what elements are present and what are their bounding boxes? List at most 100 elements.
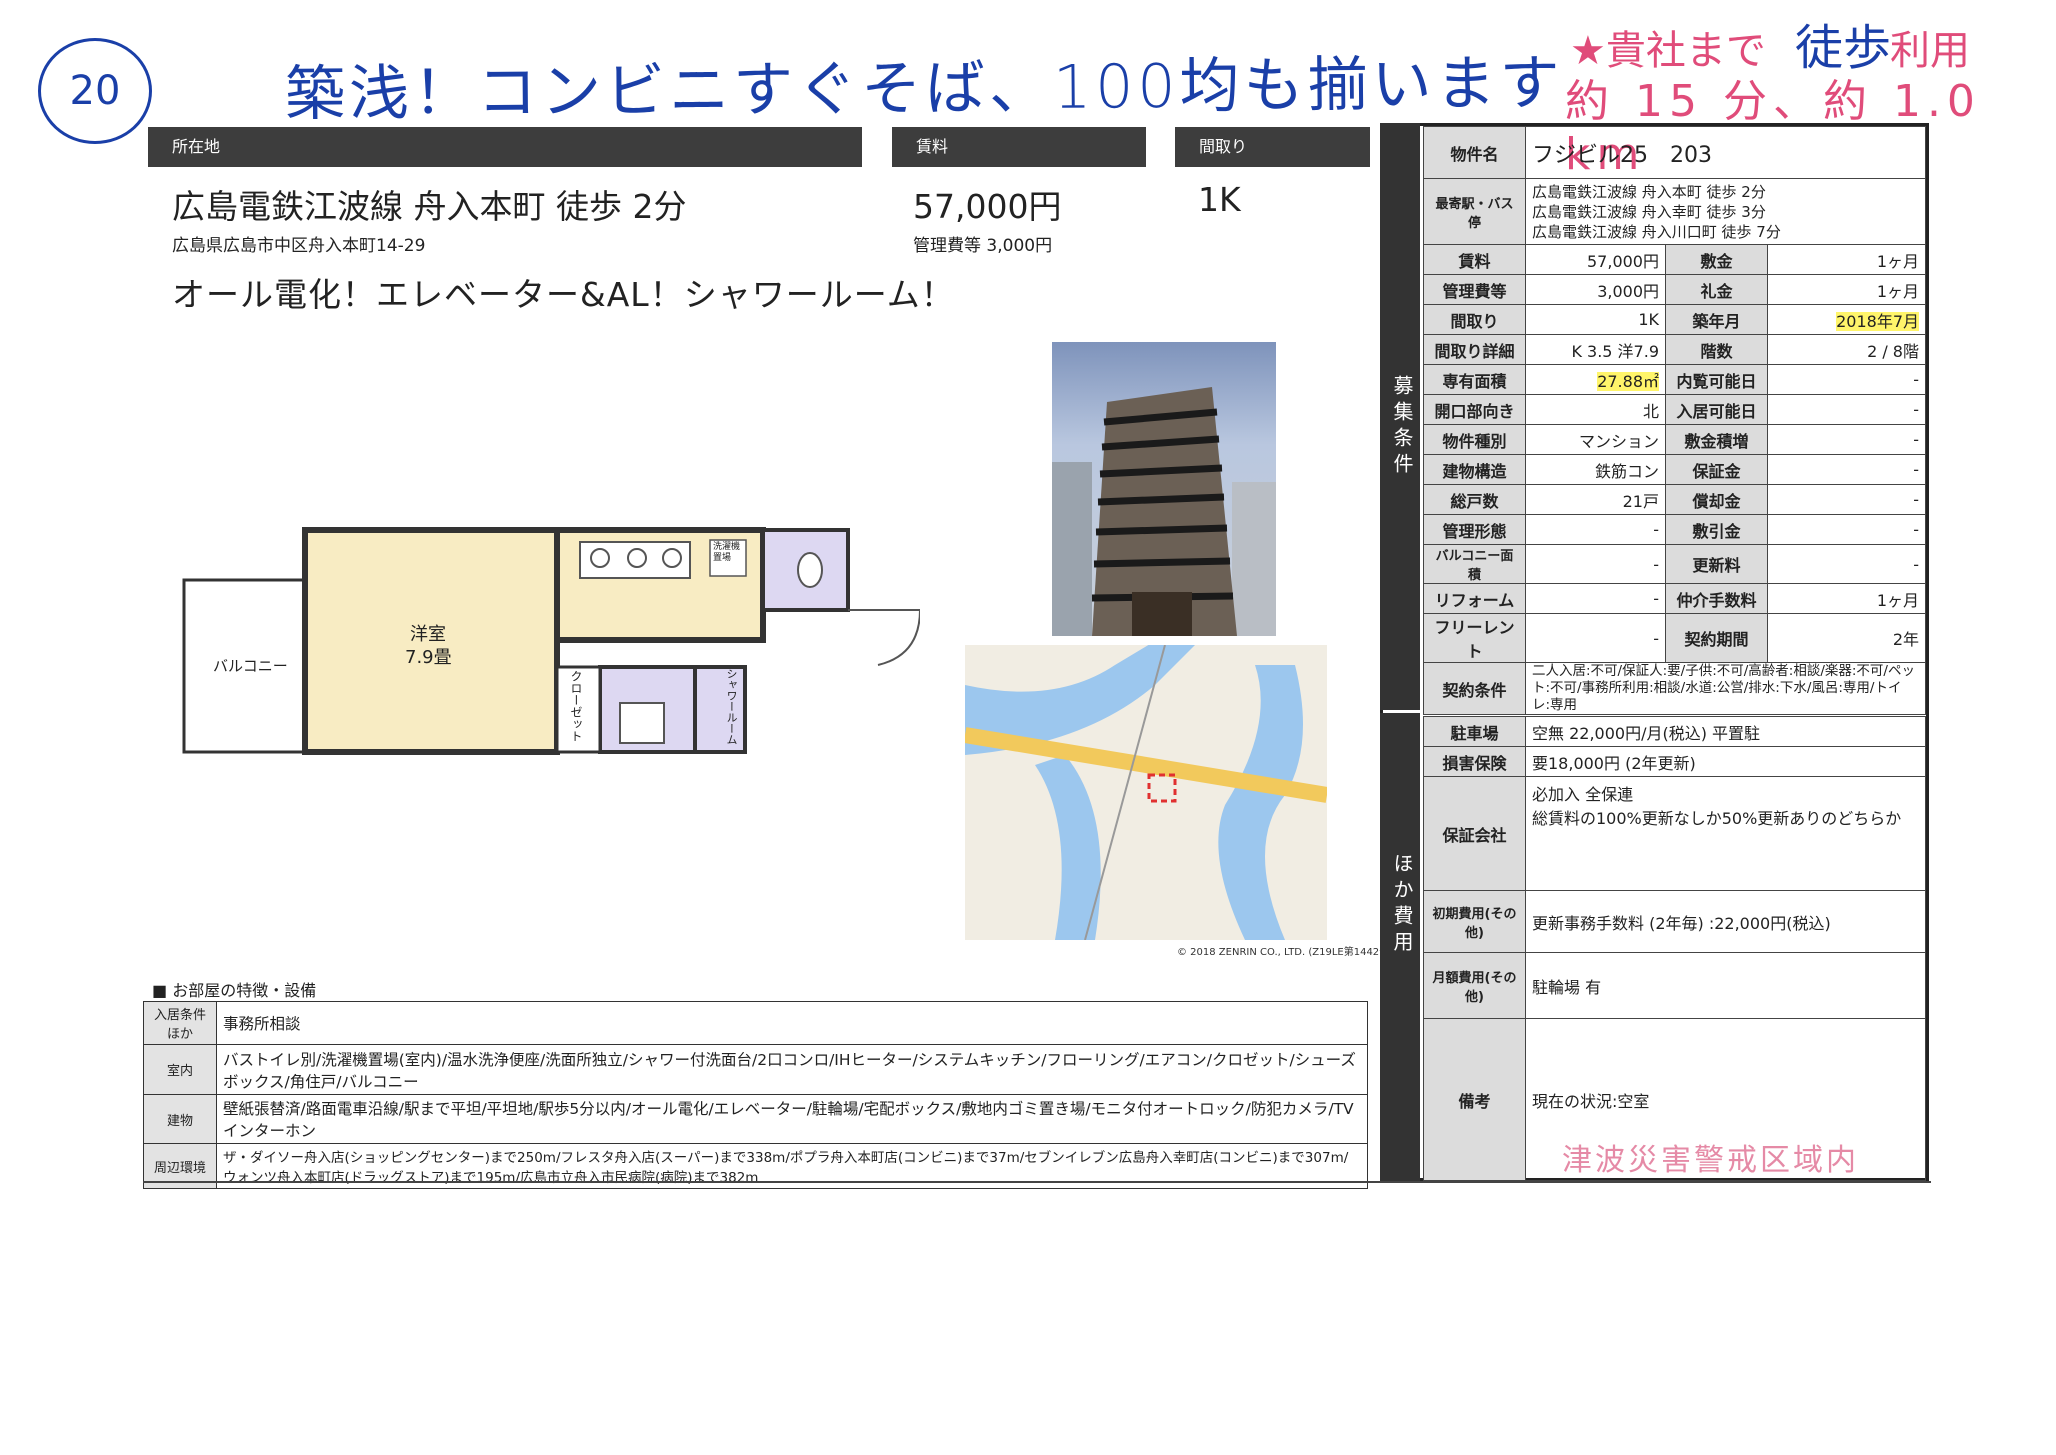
row-label: 入居可能日 bbox=[1665, 394, 1768, 425]
row-label: 契約期間 bbox=[1665, 613, 1768, 663]
layout-header: 間取り bbox=[1175, 127, 1370, 167]
row-value: 1K bbox=[1525, 304, 1666, 335]
guarantee-line-1: 必加入 全保連 bbox=[1532, 785, 1634, 804]
handwritten-note: 築浅！コンビニすぐそば、100均も揃います bbox=[284, 48, 1564, 130]
contract-label: 契約条件 bbox=[1423, 662, 1526, 715]
row-value: - bbox=[1767, 484, 1926, 515]
row-value: 鉄筋コン bbox=[1525, 454, 1666, 485]
number-circle: 20 bbox=[38, 38, 152, 144]
row-value: 3,000円 bbox=[1525, 274, 1666, 305]
property-name: フジビル25 203 bbox=[1525, 126, 1926, 179]
row-value: - bbox=[1525, 514, 1666, 545]
row-label: バルコニー面積 bbox=[1423, 544, 1526, 584]
location-header: 所在地 bbox=[148, 127, 862, 167]
row-label: 賃料 bbox=[1423, 244, 1526, 275]
bottom-rule bbox=[143, 1181, 1931, 1183]
row-label: フリーレント bbox=[1423, 613, 1526, 663]
row-label: 築年月 bbox=[1665, 304, 1768, 335]
closet-label: クローゼット bbox=[569, 670, 583, 742]
row-label: 間取り bbox=[1423, 304, 1526, 335]
conditions-strip: 募集条件 bbox=[1380, 123, 1420, 710]
feature-label: 建物 bbox=[143, 1094, 217, 1144]
area-map bbox=[965, 645, 1327, 940]
row-label: 建物構造 bbox=[1423, 454, 1526, 485]
row-label: 物件種別 bbox=[1423, 424, 1526, 455]
row-label: 階数 bbox=[1665, 334, 1768, 365]
row-value: 21戸 bbox=[1525, 484, 1666, 515]
row-label: 総戸数 bbox=[1423, 484, 1526, 515]
parking-label: 駐車場 bbox=[1423, 716, 1526, 747]
balcony-label: バルコニー bbox=[213, 657, 288, 675]
notes-label: 備考 bbox=[1423, 1018, 1526, 1181]
row-value: 1ヶ月 bbox=[1767, 244, 1926, 275]
initial-cost-value: 更新事務手数料 (2年毎) :22,000円(税込) bbox=[1525, 890, 1926, 953]
costs-strip: ほか費用 bbox=[1380, 713, 1420, 1181]
contract-conditions: 二人入居:不可/保証人:要/子供:不可/高齢者:相談/楽器:不可/ペット:不可/… bbox=[1525, 662, 1926, 715]
guarantee-line-2: 総賃料の100%更新なしか50%更新ありのどちらか bbox=[1532, 809, 1902, 828]
management-fee: 管理費等 3,000円 bbox=[913, 236, 1053, 256]
guarantee-label: 保証会社 bbox=[1423, 776, 1526, 891]
row-label: 敷金 bbox=[1665, 244, 1768, 275]
feature-value: 事務所相談 bbox=[216, 1001, 1368, 1045]
row-value: K 3.5 洋7.9 bbox=[1525, 334, 1666, 365]
area-highlight: 27.88㎡ bbox=[1597, 371, 1659, 391]
nearest-station-label: 最寄駅・バス停 bbox=[1423, 178, 1526, 245]
row-value: - bbox=[1767, 514, 1926, 545]
features-title: ■ お部屋の特徴・設備 bbox=[152, 981, 317, 1000]
row-value: - bbox=[1525, 583, 1666, 614]
row-value: - bbox=[1767, 424, 1926, 455]
row-value: 1ヶ月 bbox=[1767, 274, 1926, 305]
row-value: 北 bbox=[1525, 394, 1666, 425]
row-label: 間取り詳細 bbox=[1423, 334, 1526, 365]
room-size-label: 7.9畳 bbox=[405, 647, 452, 668]
catchphrase: オール電化！エレベーター&AL！シャワールーム！ bbox=[172, 275, 955, 314]
row-value: - bbox=[1767, 394, 1926, 425]
row-value: - bbox=[1767, 544, 1926, 584]
row-value: - bbox=[1525, 613, 1666, 663]
insurance-value: 要18,000円 (2年更新) bbox=[1525, 746, 1926, 777]
row-label: 内覧可能日 bbox=[1665, 364, 1768, 395]
monthly-cost-value: 駐輪場 有 bbox=[1525, 952, 1926, 1019]
monthly-cost-label: 月額費用(その他) bbox=[1423, 952, 1526, 1019]
insurance-label: 損害保険 bbox=[1423, 746, 1526, 777]
feature-value: バストイレ別/洗濯機置場(室内)/温水洗浄便座/洗面所独立/シャワー付洗面台/2… bbox=[216, 1044, 1368, 1095]
row-value: 2 / 8階 bbox=[1767, 334, 1926, 365]
row-value: - bbox=[1767, 454, 1926, 485]
number-label: 20 bbox=[69, 68, 121, 114]
row-label: リフォーム bbox=[1423, 583, 1526, 614]
features-table: 入居条件ほか 事務所相談 室内 バストイレ別/洗濯機置場(室内)/温水洗浄便座/洗面… bbox=[143, 1001, 1368, 1189]
feature-value: 壁紙張替済/路面電車沿線/駅まで平坦/平坦地/駅歩5分以内/オール電化/エレベー… bbox=[216, 1094, 1368, 1144]
costs-side-label: ほか費用 bbox=[1390, 853, 1414, 957]
shower-label: シャワールーム bbox=[725, 668, 738, 745]
row-label: 専有面積 bbox=[1423, 364, 1526, 395]
row-value: マンション bbox=[1525, 424, 1666, 455]
address: 広島県広島市中区舟入本町14-29 bbox=[172, 236, 426, 256]
row-label: 保証金 bbox=[1665, 454, 1768, 485]
tsunami-stamp: 津波災害警戒区域内 bbox=[1562, 1143, 1859, 1178]
nearest-station-2: 広島電鉄江波線 舟入幸町 徒歩 3分 bbox=[1532, 202, 1766, 221]
costs-table: 駐車場 空無 22,000円/月(税込) 平置駐 損害保険 要18,000円 (2年… bbox=[1423, 716, 1926, 1181]
row-label: 礼金 bbox=[1665, 274, 1768, 305]
building-photo bbox=[1052, 342, 1276, 636]
row-value: 1ヶ月 bbox=[1767, 583, 1926, 614]
property-table: 物件名 フジビル25 203 最寄駅・バス停 広島電鉄江波線 舟入本町 徒歩 2… bbox=[1423, 126, 1926, 715]
conditions-side-label: 募集条件 bbox=[1390, 375, 1414, 479]
row-label: 管理形態 bbox=[1423, 514, 1526, 545]
feature-label: 室内 bbox=[143, 1044, 217, 1095]
rent-value: 57,000円 bbox=[913, 187, 1062, 226]
map-credit: © 2018 ZENRIN CO., LTD. (Z19LE第1442号) bbox=[1177, 947, 1394, 958]
row-label: 開口部向き bbox=[1423, 394, 1526, 425]
row-label: 敷金積増 bbox=[1665, 424, 1768, 455]
nearest-station-1: 広島電鉄江波線 舟入本町 徒歩 2分 bbox=[1532, 182, 1766, 201]
rent-header: 賃料 bbox=[892, 127, 1146, 167]
nearest-station-3: 広島電鉄江波線 舟入川口町 徒歩 7分 bbox=[1532, 222, 1781, 241]
station-access: 広島電鉄江波線 舟入本町 徒歩 2分 bbox=[172, 187, 687, 226]
property-name-label: 物件名 bbox=[1423, 126, 1526, 179]
parking-value: 空無 22,000円/月(税込) 平置駐 bbox=[1525, 716, 1926, 747]
built-date-highlight: 2018年7月 bbox=[1836, 311, 1919, 331]
floor-plan bbox=[180, 525, 922, 755]
row-value: 2年 bbox=[1767, 613, 1926, 663]
row-label: 更新料 bbox=[1665, 544, 1768, 584]
row-value: - bbox=[1525, 544, 1666, 584]
row-label: 仲介手数料 bbox=[1665, 583, 1768, 614]
